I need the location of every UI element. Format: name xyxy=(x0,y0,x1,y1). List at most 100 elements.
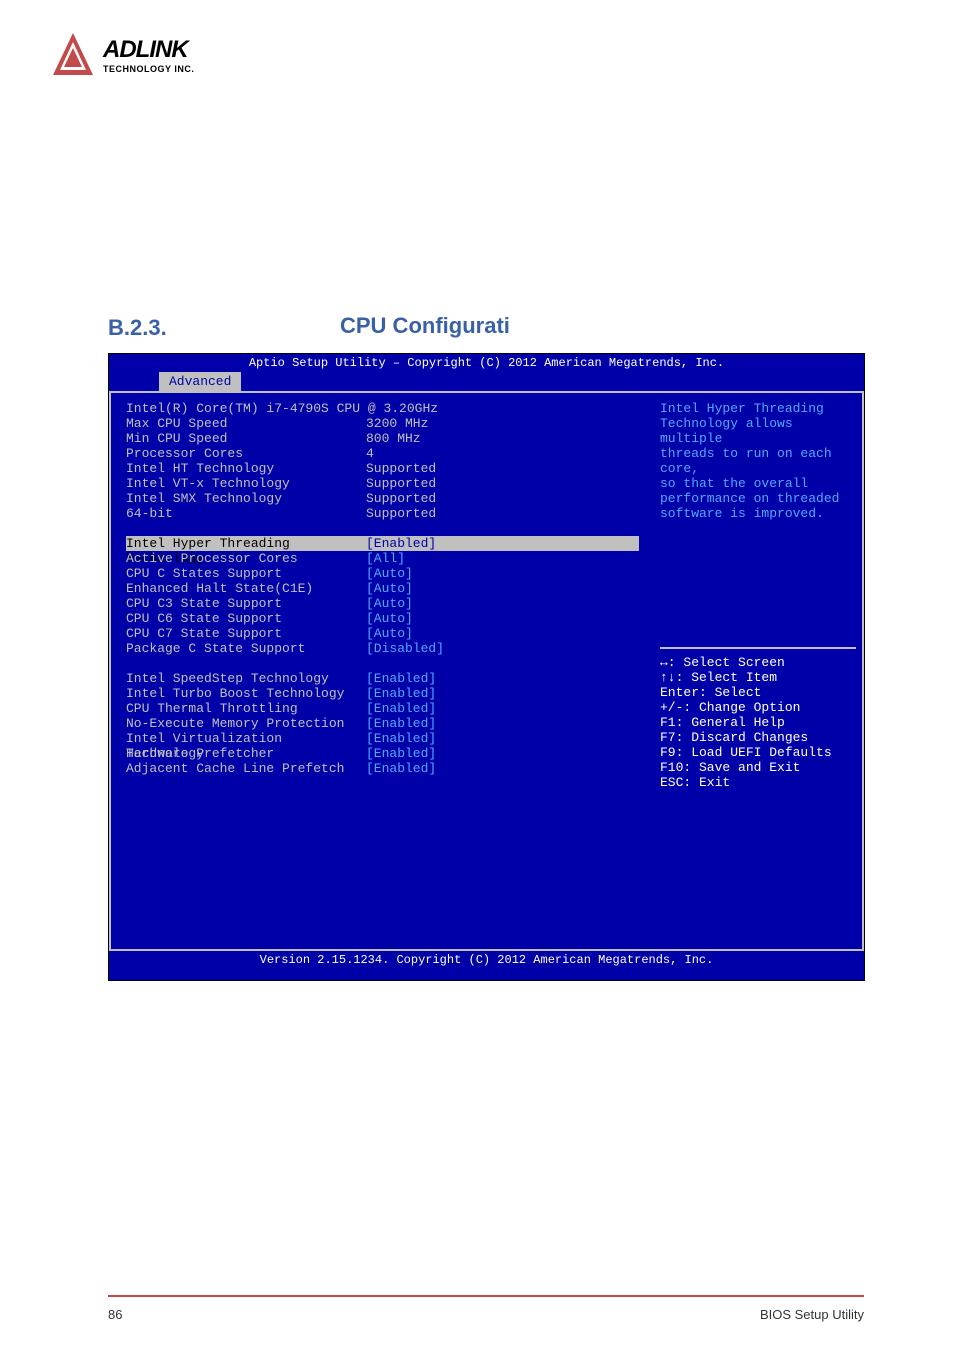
info-value: Supported xyxy=(366,461,436,476)
help-line: threads to run on each core, xyxy=(660,446,856,476)
footer-line xyxy=(108,1295,864,1297)
option-value: [Auto] xyxy=(366,566,413,581)
option-label: Intel SpeedStep Technology xyxy=(126,671,366,686)
bios-side-panel: Intel Hyper ThreadingTechnology allows m… xyxy=(654,393,864,951)
option-label: Adjacent Cache Line Prefetch xyxy=(126,761,366,776)
nav-line: +/-: Change Option xyxy=(660,700,856,715)
option-row[interactable]: CPU C7 State Support[Auto] xyxy=(126,626,639,641)
option-value: [Enabled] xyxy=(366,716,436,731)
info-label: Intel HT Technology xyxy=(126,461,366,476)
option-row[interactable]: Adjacent Cache Line Prefetch[Enabled] xyxy=(126,761,639,776)
option-row[interactable]: CPU C6 State Support[Auto] xyxy=(126,611,639,626)
info-label: Min CPU Speed xyxy=(126,431,366,446)
info-value: 4 xyxy=(366,446,374,461)
nav-line: F7: Discard Changes xyxy=(660,730,856,745)
option-value: [Enabled] xyxy=(366,746,436,761)
option-value: [Auto] xyxy=(366,626,413,641)
option-label: CPU C6 State Support xyxy=(126,611,366,626)
cpu-name: Intel(R) Core(TM) i7-4790S CPU @ 3.20GHz xyxy=(126,401,438,416)
help-line: performance on threaded xyxy=(660,491,856,506)
option-row[interactable]: CPU C3 State Support[Auto] xyxy=(126,596,639,611)
logo-text: ADLINK TECHNOLOGY INC. xyxy=(103,36,194,74)
option-row[interactable]: Intel SpeedStep Technology[Enabled] xyxy=(126,671,639,686)
option-row[interactable]: Hardware Prefetcher[Enabled] xyxy=(126,746,639,761)
option-label: Enhanced Halt State(C1E) xyxy=(126,581,366,596)
info-row: 64-bitSupported xyxy=(126,506,639,521)
option-label: CPU C States Support xyxy=(126,566,366,581)
option-label: CPU C3 State Support xyxy=(126,596,366,611)
nav-line: ESC: Exit xyxy=(660,775,856,790)
info-label: Processor Cores xyxy=(126,446,366,461)
nav-line: Enter: Select xyxy=(660,685,856,700)
info-value: Supported xyxy=(366,491,436,506)
option-value: [All] xyxy=(366,551,405,566)
spacer xyxy=(126,521,639,536)
option-value: [Enabled] xyxy=(366,761,436,776)
option-value: [Enabled] xyxy=(366,686,436,701)
bios-tabs: Advanced xyxy=(109,372,864,391)
info-value: 3200 MHz xyxy=(366,416,428,431)
nav-line: F1: General Help xyxy=(660,715,856,730)
info-row: Intel VT-x TechnologySupported xyxy=(126,476,639,491)
section-number: B.2.3. xyxy=(108,315,167,341)
bios-body: Intel(R) Core(TM) i7-4790S CPU @ 3.20GHz… xyxy=(109,391,864,951)
option-row[interactable]: Intel Hyper Threading Technology[Enabled… xyxy=(126,536,639,551)
help-line: Technology allows multiple xyxy=(660,416,856,446)
side-divider xyxy=(660,647,856,649)
option-value: [Enabled] xyxy=(366,671,436,686)
bios-screen: Aptio Setup Utility – Copyright (C) 2012… xyxy=(108,353,865,981)
nav-line: ↔: Select Screen xyxy=(660,655,856,670)
logo-main: ADLINK xyxy=(103,36,194,64)
footer-page-num: 86 xyxy=(108,1307,122,1322)
option-row[interactable]: Intel Turbo Boost Technology[Enabled] xyxy=(126,686,639,701)
info-row: Intel HT TechnologySupported xyxy=(126,461,639,476)
option-row[interactable]: CPU Thermal Throttling[Enabled] xyxy=(126,701,639,716)
tab-advanced[interactable]: Advanced xyxy=(159,372,241,391)
adlink-logo-icon xyxy=(48,30,98,80)
nav-line: ↑↓: Select Item xyxy=(660,670,856,685)
option-row[interactable]: CPU C States Support[Auto] xyxy=(126,566,639,581)
option-value: [Disabled] xyxy=(366,641,444,656)
option-row[interactable]: Intel Virtualization Technology[Enabled] xyxy=(126,731,639,746)
info-value: Supported xyxy=(366,476,436,491)
option-label: Package C State Support xyxy=(126,641,366,656)
option-row[interactable]: Package C State Support[Disabled] xyxy=(126,641,639,656)
option-value: [Enabled] xyxy=(366,731,436,746)
option-value: [Auto] xyxy=(366,581,413,596)
option-label: No-Execute Memory Protection xyxy=(126,716,366,731)
info-row: Max CPU Speed3200 MHz xyxy=(126,416,639,431)
help-line: Intel Hyper Threading xyxy=(660,401,856,416)
logo: ADLINK TECHNOLOGY INC. xyxy=(48,30,194,80)
option-row[interactable]: Active Processor Cores[All] xyxy=(126,551,639,566)
nav-line: F10: Save and Exit xyxy=(660,760,856,775)
logo-sub: TECHNOLOGY INC. xyxy=(103,64,194,74)
info-row: Min CPU Speed800 MHz xyxy=(126,431,639,446)
option-row[interactable]: Enhanced Halt State(C1E)[Auto] xyxy=(126,581,639,596)
cpu-name-row: Intel(R) Core(TM) i7-4790S CPU @ 3.20GHz xyxy=(126,401,639,416)
info-label: Intel VT-x Technology xyxy=(126,476,366,491)
bios-main-panel: Intel(R) Core(TM) i7-4790S CPU @ 3.20GHz… xyxy=(109,393,654,951)
info-value: Supported xyxy=(366,506,436,521)
info-label: 64-bit xyxy=(126,506,366,521)
footer-text: BIOS Setup Utility xyxy=(760,1307,864,1322)
section-title: CPU Configurati xyxy=(340,313,510,339)
option-value: [Enabled] xyxy=(366,701,436,716)
spacer xyxy=(660,521,856,641)
option-label: Hardware Prefetcher xyxy=(126,746,366,761)
option-value: [Enabled] xyxy=(366,536,436,551)
nav-line: F9: Load UEFI Defaults xyxy=(660,745,856,760)
help-line: software is improved. xyxy=(660,506,856,521)
info-row: Processor Cores4 xyxy=(126,446,639,461)
option-label: Intel Turbo Boost Technology xyxy=(126,686,366,701)
bios-header: Aptio Setup Utility – Copyright (C) 2012… xyxy=(109,354,864,372)
option-value: [Auto] xyxy=(366,611,413,626)
info-label: Intel SMX Technology xyxy=(126,491,366,506)
option-row[interactable]: No-Execute Memory Protection[Enabled] xyxy=(126,716,639,731)
info-label: Max CPU Speed xyxy=(126,416,366,431)
bios-footer: Version 2.15.1234. Copyright (C) 2012 Am… xyxy=(109,951,864,969)
help-line: so that the overall xyxy=(660,476,856,491)
info-row: Intel SMX TechnologySupported xyxy=(126,491,639,506)
option-label: Intel Hyper Threading Technology xyxy=(126,536,366,551)
spacer xyxy=(126,656,639,671)
option-label: Intel Virtualization Technology xyxy=(126,731,366,746)
